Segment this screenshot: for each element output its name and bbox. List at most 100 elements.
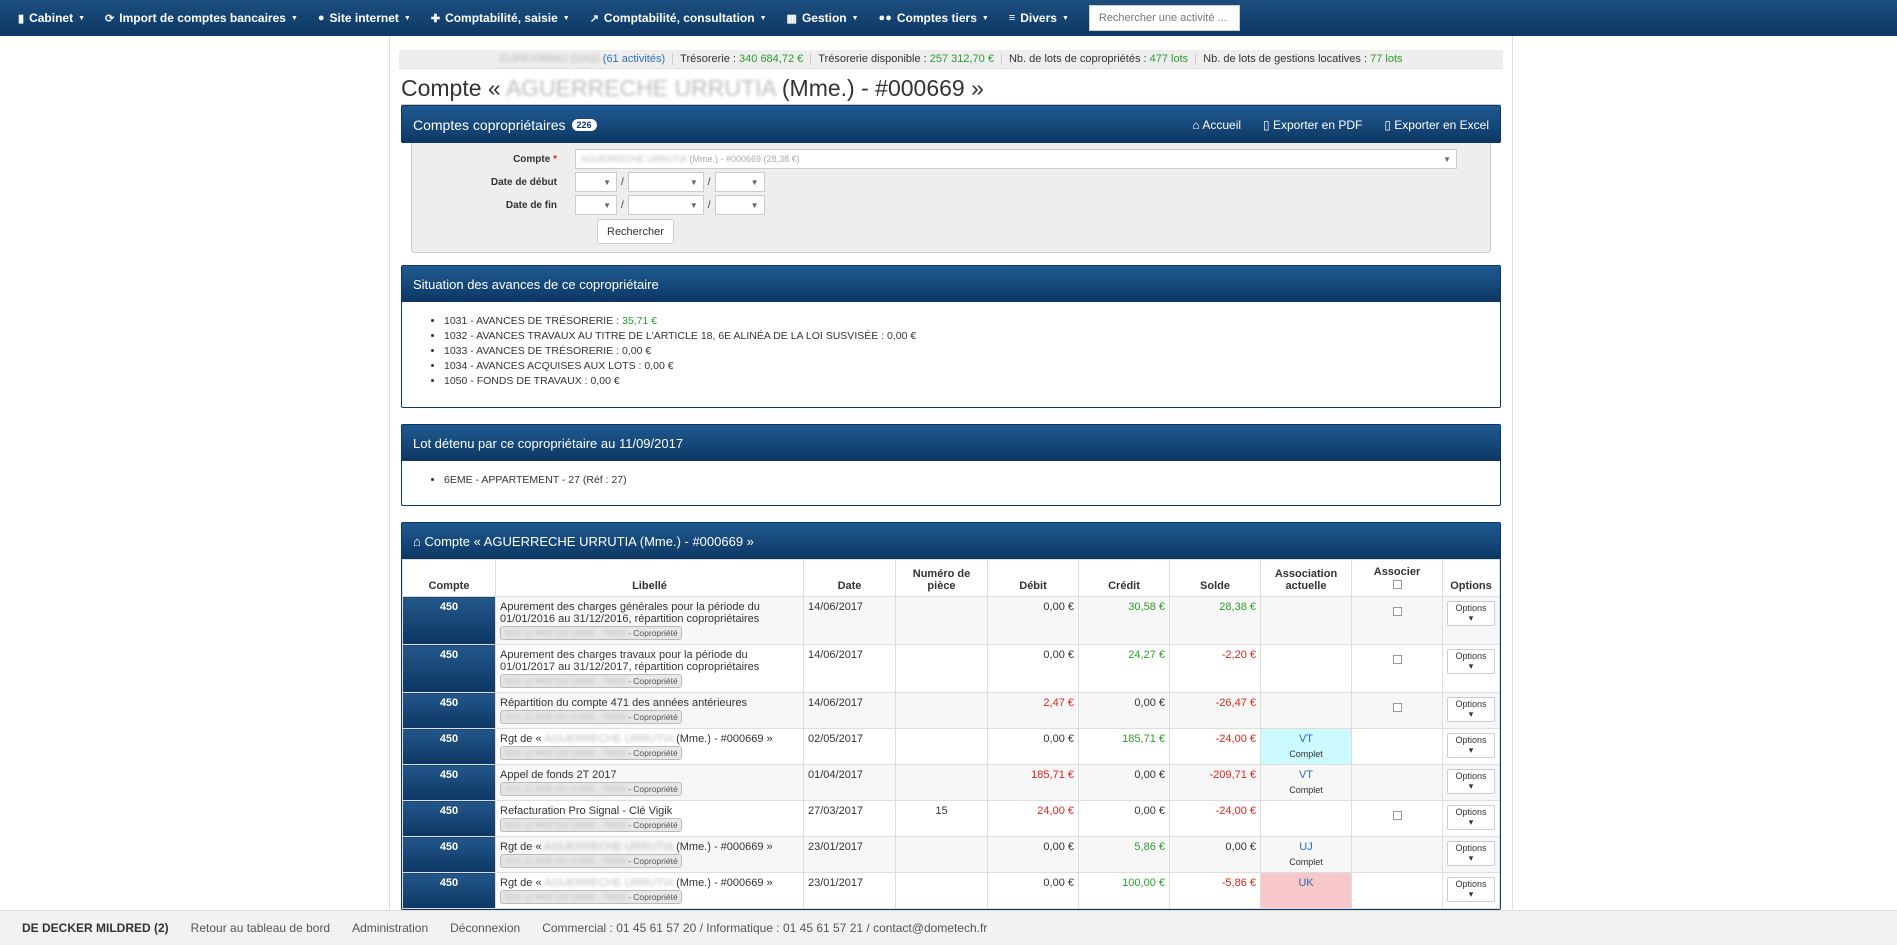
libelle-text: Appel de fonds 2T 2017 [500,769,617,781]
copro-chip[interactable]: SDC 11 RUE DU CHER - 75020 - Copropriété [500,854,682,868]
nav-item-label: Gestion [801,11,847,25]
search-button[interactable]: Rechercher [597,219,674,244]
libelle-suffix: (Mme.) - #000669 » [676,733,773,745]
options-button[interactable]: Options ▾ [1447,601,1495,626]
associer-cell [1351,800,1443,837]
options-button[interactable]: Options ▾ [1447,649,1495,674]
caret-down-icon: ▼ [403,14,411,22]
footer-logout-link[interactable]: Déconnexion [450,921,520,935]
date-debut-day-select[interactable]: ▼ [575,172,617,192]
piece-cell [895,596,988,645]
date-fin-day-select[interactable]: ▼ [575,195,617,215]
date-fin-month-select[interactable]: ▼ [627,195,704,215]
nav-item-label: Import de comptes bancaires [119,11,286,25]
lots-copro-label: Nb. de lots de copropriétés : [1008,53,1147,65]
associate-checkbox[interactable] [1392,703,1402,712]
copro-chip[interactable]: SDC 11 RUE DU CHER - 75020 - Copropriété [500,890,682,904]
nav-item-7[interactable]: ≡ Divers ▼ [1009,11,1069,25]
association-status: Complet [1289,749,1323,759]
association-cell[interactable]: VT Complet [1260,728,1352,765]
nav-item-5[interactable]: ▦ Gestion ▼ [787,11,859,25]
debit-cell: 24,00 € [987,800,1079,837]
copro-chip[interactable]: SDC 11 RUE DU CHER - 75020 - Copropriété [500,818,682,832]
date-debut-year-select[interactable]: ▼ [714,172,765,192]
home-link[interactable]: ⌂ Accueil [1192,118,1241,132]
ledger-title: Compte « AGUERRECHE URRUTIA (Mme.) - #00… [424,533,754,549]
copro-chip[interactable]: SDC 11 RUE DU CHER - 75020 - Copropriété [500,710,682,724]
select-all-checkbox[interactable] [1392,580,1402,589]
nav-item-3[interactable]: ✚ Comptabilité, saisie ▼ [431,11,570,25]
options-button[interactable]: Options ▾ [1447,733,1495,758]
chip-suffix: - Copropriété [628,748,678,758]
options-button[interactable]: Options ▾ [1447,769,1495,794]
title-name: AGUERRECHE URRUTIA [505,75,776,101]
options-button[interactable]: Options ▾ [1447,697,1495,722]
caret-down-icon: ▼ [981,14,989,22]
chip-suffix: - Copropriété [628,784,678,794]
association-cell[interactable]: VT Complet [1260,764,1352,801]
nav-item-1[interactable]: ⟳ Import de comptes bancaires ▼ [105,11,298,25]
table-row: 450 Appel de fonds 2T 2017 SDC 11 RUE DU C… [402,764,1500,801]
associate-checkbox[interactable] [1392,655,1402,664]
activities-link[interactable]: (61 activités) [603,53,665,65]
compte-cell: 450 [402,596,496,645]
header-date: Date [803,559,896,597]
compte-label-text: Compte [513,153,551,165]
piece-cell [895,836,988,873]
debit-cell: 185,71 € [987,764,1079,801]
options-label: Options [1455,843,1487,853]
export-pdf-link[interactable]: ▯ Exporter en PDF [1263,118,1362,132]
association-cell[interactable]: UJ Complet [1260,836,1352,873]
libelle-text: Répartition du compte 471 des années ant… [500,697,748,709]
caret-down-icon: ▼ [851,14,859,22]
copro-chip[interactable]: SDC 11 RUE DU CHER - 75020 - Copropriété [500,674,682,688]
piece-cell [895,644,988,693]
date-fin-year-select[interactable]: ▼ [714,195,765,215]
association-cell[interactable]: UK [1260,872,1352,909]
options-button[interactable]: Options ▾ [1447,841,1495,866]
footer-admin-link[interactable]: Administration [352,921,428,935]
nav-item-4[interactable]: ↗ Comptabilité, consultation ▼ [590,11,767,25]
associer-cell [1351,728,1443,765]
top-navbar: ▮ Cabinet ▼ ⟳ Import de comptes bancaires ▼ ● S… [0,0,1897,36]
options-button[interactable]: Options ▾ [1447,877,1495,902]
avance-value: 0,00 € [621,345,652,357]
avances-list: 1031 - AVANCES DE TRÉSORERIE : 35,71 €10… [402,302,1500,387]
options-button[interactable]: Options ▾ [1447,805,1495,830]
date-cell: 27/03/2017 [803,800,896,837]
copro-chip[interactable]: SDC 11 RUE DU CHER - 75020 - Copropriété [500,626,682,640]
footer-user[interactable]: DE DECKER MILDRED (2) [22,921,169,935]
compte-select[interactable]: AGUERRECHE URRUTIA (Mme.) - #000669 (28,… [575,149,1457,169]
caret-down-icon: ▾ [1468,745,1474,755]
association-code: UK [1298,877,1314,889]
libelle-cell: Rgt de « AGUERRECHE URRUTIA (Mme.) - #00… [495,728,804,765]
date-separator: / [707,199,711,211]
credit-cell: 30,58 € [1078,596,1170,645]
chevron-down-icon: ▼ [689,200,698,210]
lots-gestion-info: Nb. de lots de gestions locatives : 77 l… [1195,53,1409,65]
avance-item: 1050 - FONDS DE TRAVAUX : 0,00 € [444,375,1500,387]
export-excel-link[interactable]: ▯ Exporter en Excel [1384,118,1489,132]
associate-checkbox[interactable] [1392,811,1402,820]
compte-row: Compte * AGUERRECHE URRUTIA (Mme.) - #00… [412,149,1457,169]
associer-cell [1351,644,1443,693]
association-cell [1260,800,1352,837]
footer-dashboard-link[interactable]: Retour au tableau de bord [191,921,330,935]
chip-suffix: - Copropriété [628,676,678,686]
date-debut-month-select[interactable]: ▼ [627,172,704,192]
associate-checkbox[interactable] [1392,607,1402,616]
nav-item-6[interactable]: ●● Comptes tiers ▼ [879,11,989,25]
nav-item-label: Comptes tiers [896,11,977,25]
activity-search-input[interactable] [1088,5,1240,31]
nav-item-0[interactable]: ▮ Cabinet ▼ [18,11,85,25]
required-mark: * [553,153,557,165]
header-compte: Compte [402,559,496,597]
tresorerie-label: Trésorerie : [680,53,736,65]
nav-item-2[interactable]: ● Site internet ▼ [318,11,411,25]
libelle-text: Apurement des charges travaux pour la pé… [500,649,760,673]
copro-chip[interactable]: SDC 11 RUE DU CHER - 75020 - Copropriété [500,782,682,796]
copro-accounts-panel: Comptes copropriétaires 226 ⌂ Accueil ▯ … [401,105,1501,143]
libelle-cell: Apurement des charges travaux pour la pé… [495,644,804,693]
chip-suffix: - Copropriété [628,628,678,638]
copro-chip[interactable]: SDC 11 RUE DU CHER - 75020 - Copropriété [500,746,682,760]
